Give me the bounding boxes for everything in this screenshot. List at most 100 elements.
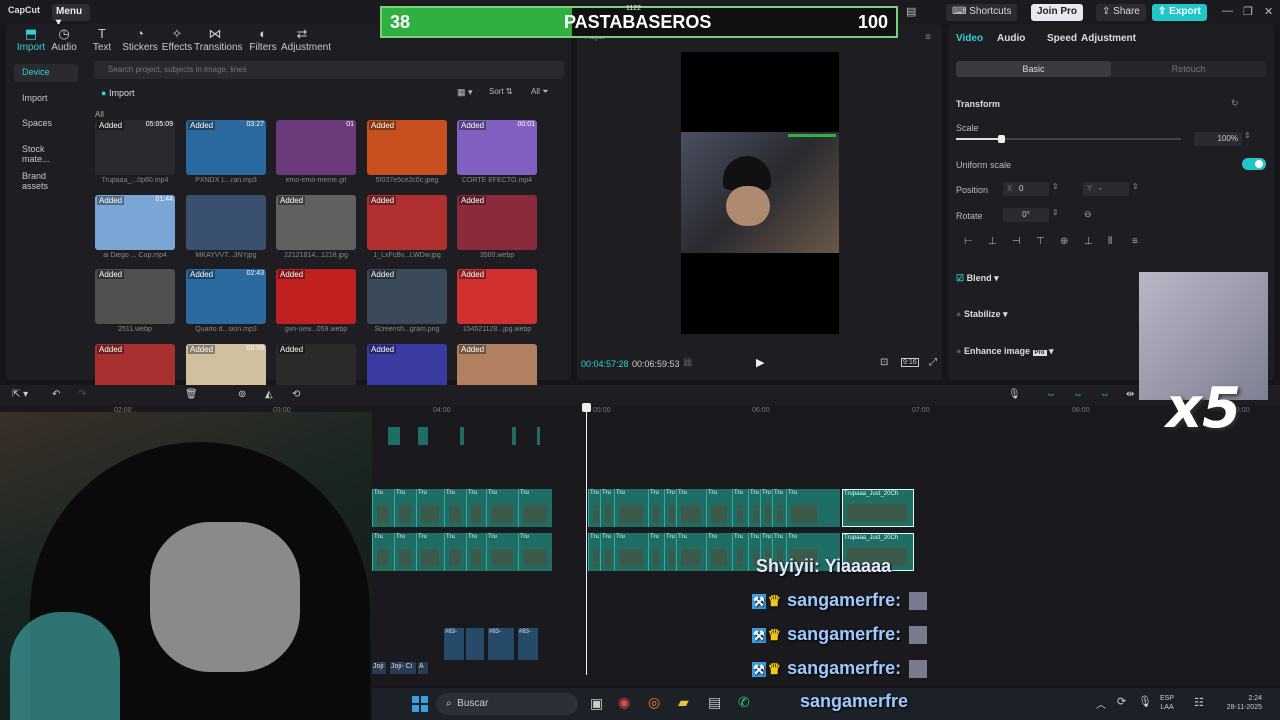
join-pro-button[interactable]: Join Pro bbox=[1031, 4, 1084, 21]
selected-clip[interactable]: Trupaaa_Just_20Ch bbox=[842, 489, 914, 527]
chrome-icon[interactable]: ◉ bbox=[618, 694, 630, 711]
video-clip[interactable]: Tru bbox=[466, 489, 486, 527]
taskbar-search[interactable]: ⌕ Buscar bbox=[436, 693, 578, 715]
video-clip[interactable]: Tru bbox=[732, 533, 748, 571]
text-clip[interactable]: Joji bbox=[372, 662, 386, 674]
mic-tray-icon[interactable]: 🎙 bbox=[1138, 695, 1152, 708]
effect-clip[interactable] bbox=[512, 427, 516, 445]
retouch-tab[interactable]: Retouch bbox=[1111, 61, 1266, 77]
play-icon[interactable]: ▶ bbox=[756, 356, 764, 369]
tool-filters[interactable]: ◐ Filters bbox=[242, 26, 284, 53]
effect-clip[interactable] bbox=[460, 427, 464, 445]
ratio-button[interactable]: 9:16 bbox=[901, 358, 919, 367]
app-icon[interactable]: ▤ bbox=[708, 694, 721, 711]
video-clip[interactable]: Tru bbox=[588, 533, 600, 571]
mic-icon[interactable]: 🎙 bbox=[1008, 389, 1021, 400]
media-thumbnail[interactable]: Added 00:01 bbox=[457, 120, 537, 175]
media-thumbnail[interactable]: Added bbox=[95, 269, 175, 324]
enhance-row[interactable]: ● Enhance image Pro ▾ bbox=[956, 346, 1054, 357]
media-thumbnail[interactable]: Added 02:43 bbox=[186, 269, 266, 324]
video-clip[interactable]: Tru bbox=[732, 489, 748, 527]
tool-stickers[interactable]: ◔ Stickers bbox=[119, 26, 161, 53]
preview-axis-icon[interactable]: ⇔ bbox=[1100, 389, 1110, 400]
blend-row[interactable]: ☑ Blend ▾ bbox=[956, 273, 999, 284]
video-clip[interactable]: Tru bbox=[648, 489, 664, 527]
search-input[interactable]: Search project, subjects in image, lines bbox=[94, 61, 564, 79]
align-icon[interactable]: ⊥ bbox=[1084, 236, 1093, 247]
video-clip[interactable]: Tru bbox=[706, 533, 732, 571]
tray-app-icon[interactable]: ⟳ bbox=[1117, 695, 1126, 708]
tool-audio[interactable]: ◷ Audio bbox=[43, 26, 85, 53]
media-thumbnail[interactable]: Added bbox=[276, 195, 356, 250]
video-clip[interactable]: Tru bbox=[772, 489, 786, 527]
whatsapp-icon[interactable]: ✆ bbox=[738, 694, 750, 711]
video-clip[interactable]: Tru bbox=[760, 489, 772, 527]
select-tool-icon[interactable]: ⇱ ▾ bbox=[12, 389, 28, 400]
media-thumbnail[interactable] bbox=[186, 195, 266, 250]
effect-clip[interactable] bbox=[388, 427, 400, 445]
align-icon[interactable]: ⊢ bbox=[964, 236, 973, 247]
video-clip[interactable]: Tru bbox=[706, 489, 732, 527]
video-clip[interactable]: Tru bbox=[600, 533, 614, 571]
tab-audio[interactable]: Audio bbox=[997, 33, 1025, 44]
mirror-icon[interactable]: ◭ bbox=[265, 389, 273, 400]
text-clip[interactable]: A bbox=[418, 662, 428, 674]
video-clip[interactable]: Tru bbox=[444, 533, 466, 571]
media-thumbnail[interactable]: Added bbox=[457, 269, 537, 324]
menu-button[interactable]: Menu ▾ bbox=[52, 4, 90, 28]
video-clip[interactable]: Tru bbox=[444, 489, 466, 527]
align-icon[interactable]: ⫴ bbox=[1108, 236, 1112, 247]
tool-adjustment[interactable]: ⇄ Adjustment bbox=[281, 26, 331, 53]
scale-field[interactable]: 100% bbox=[1194, 132, 1242, 146]
video-clip[interactable]: Tru bbox=[518, 533, 552, 571]
link-icon[interactable]: ⇔ bbox=[1046, 389, 1056, 400]
minimize-icon[interactable]: — bbox=[1222, 5, 1233, 17]
video-clip[interactable]: Tru bbox=[676, 489, 706, 527]
position-x-field[interactable]: X 0 bbox=[1003, 182, 1049, 196]
sidebar-item-spaces[interactable]: Spaces bbox=[14, 115, 78, 133]
sidebar-item-stock-mate-[interactable]: Stock mate... bbox=[14, 141, 78, 164]
fullscreen-icon[interactable]: ⤢ bbox=[929, 357, 937, 368]
audio-clip[interactable]: #83- bbox=[488, 628, 514, 660]
video-clip[interactable]: Tru bbox=[614, 489, 648, 527]
network-icon[interactable]: ☷ bbox=[1194, 696, 1204, 709]
stabilize-checkbox-icon[interactable]: ● bbox=[956, 309, 961, 319]
media-thumbnail[interactable]: Added 05:05:09 bbox=[95, 120, 175, 175]
align-icon[interactable]: ⊕ bbox=[1060, 236, 1068, 247]
close-icon[interactable]: ✕ bbox=[1264, 5, 1273, 18]
video-clip[interactable]: Tru bbox=[518, 489, 552, 527]
video-clip[interactable]: Tru bbox=[416, 533, 444, 571]
media-thumbnail[interactable]: Added bbox=[457, 195, 537, 250]
video-canvas[interactable] bbox=[681, 52, 839, 334]
scale-stepper[interactable]: ⇕ bbox=[1244, 131, 1251, 140]
audio-clip[interactable]: #83- bbox=[444, 628, 464, 660]
video-clip[interactable]: Tru bbox=[648, 533, 664, 571]
sidebar-item-brand-assets[interactable]: Brand assets bbox=[14, 168, 78, 191]
align-icon[interactable]: ⊣ bbox=[1012, 236, 1021, 247]
delete-icon[interactable]: 🗑 bbox=[185, 389, 198, 400]
align-icon[interactable]: ≡ bbox=[1132, 236, 1138, 247]
video-clip[interactable]: Tru bbox=[372, 533, 394, 571]
y-stepper[interactable]: ⇕ bbox=[1132, 182, 1139, 191]
scale-slider-thumb[interactable] bbox=[998, 135, 1005, 143]
playhead[interactable] bbox=[582, 403, 591, 675]
share-button[interactable]: ⇪ Share bbox=[1096, 4, 1146, 21]
rotate-stepper[interactable]: ⇕ bbox=[1052, 208, 1059, 217]
audio-clip[interactable]: #83- bbox=[518, 628, 538, 660]
split-icon[interactable]: ⇹ bbox=[1126, 389, 1134, 400]
snap-icon[interactable]: ⇔ bbox=[1073, 389, 1083, 400]
grid-icon[interactable]: ▦ bbox=[683, 357, 692, 368]
windows-start-icon[interactable] bbox=[412, 696, 428, 712]
video-clip[interactable]: Tru bbox=[748, 489, 760, 527]
video-clip[interactable]: Tru bbox=[466, 533, 486, 571]
reset-icon[interactable]: ↻ bbox=[1231, 98, 1239, 109]
video-clip[interactable]: Tru bbox=[676, 533, 706, 571]
media-thumbnail[interactable]: Added 01:44 bbox=[95, 195, 175, 250]
redo-icon[interactable]: ↷ bbox=[78, 389, 86, 400]
scale-slider[interactable] bbox=[956, 135, 1181, 143]
video-clip[interactable]: Tru bbox=[786, 489, 822, 527]
video-clip[interactable]: Tru bbox=[588, 489, 600, 527]
undo-icon[interactable]: ↶ bbox=[52, 389, 60, 400]
rotate-reset-icon[interactable]: ⊖ bbox=[1084, 209, 1092, 220]
rotate-field[interactable]: 0° bbox=[1003, 208, 1049, 222]
